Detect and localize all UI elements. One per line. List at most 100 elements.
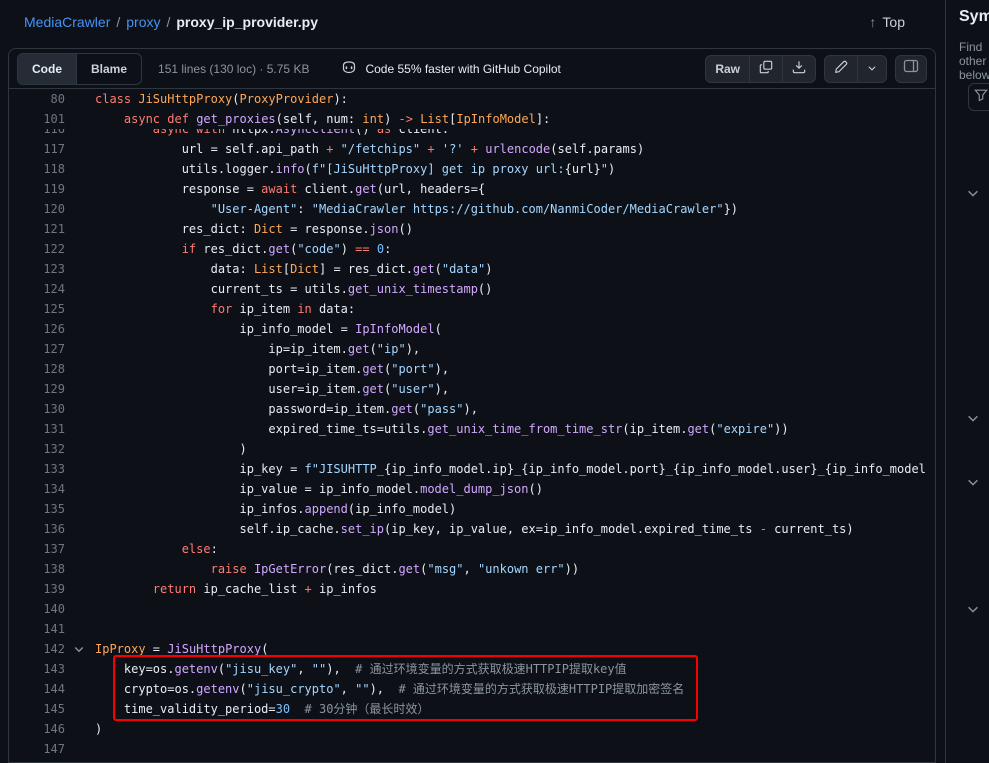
- line-number[interactable]: 121: [9, 219, 65, 239]
- gutter: [65, 379, 95, 399]
- code-line[interactable]: 147: [9, 739, 935, 759]
- breadcrumb-repo-link[interactable]: MediaCrawler: [24, 14, 110, 30]
- line-number[interactable]: 135: [9, 499, 65, 519]
- symbols-pane-toggle-button[interactable]: [895, 55, 927, 83]
- line-number[interactable]: 132: [9, 439, 65, 459]
- code-line[interactable]: 128 port=ip_item.get("port"),: [9, 359, 935, 379]
- breadcrumb-folder-link[interactable]: proxy: [126, 14, 160, 30]
- tab-blame[interactable]: Blame: [77, 54, 141, 84]
- line-number[interactable]: 145: [9, 699, 65, 719]
- code-line[interactable]: 123 data: List[Dict] = res_dict.get("dat…: [9, 259, 935, 279]
- code-line[interactable]: 131 expired_time_ts=utils.get_unix_time_…: [9, 419, 935, 439]
- filter-button[interactable]: [968, 83, 989, 111]
- code-line[interactable]: 135 ip_infos.append(ip_info_model): [9, 499, 935, 519]
- line-number[interactable]: 134: [9, 479, 65, 499]
- code-line[interactable]: 126 ip_info_model = IpInfoModel(: [9, 319, 935, 339]
- code-line[interactable]: 121 res_dict: Dict = response.json(): [9, 219, 935, 239]
- tab-code[interactable]: Code: [18, 54, 77, 84]
- code-area: 116 async with httpx.AsyncClient() as cl…: [9, 89, 935, 763]
- line-number[interactable]: 139: [9, 579, 65, 599]
- code-line[interactable]: 134 ip_value = ip_info_model.model_dump_…: [9, 479, 935, 499]
- copy-raw-button[interactable]: [750, 56, 783, 82]
- line-number[interactable]: 127: [9, 339, 65, 359]
- line-number[interactable]: 126: [9, 319, 65, 339]
- gutter: [65, 739, 95, 759]
- chevron-down-icon[interactable]: [966, 475, 980, 489]
- code-text: else:: [95, 539, 218, 559]
- download-raw-button[interactable]: [783, 56, 815, 82]
- code-line[interactable]: 124 current_ts = utils.get_unix_timestam…: [9, 279, 935, 299]
- code-line[interactable]: 127 ip=ip_item.get("ip"),: [9, 339, 935, 359]
- code-line[interactable]: 125 for ip_item in data:: [9, 299, 935, 319]
- gutter: [65, 399, 95, 419]
- code-line[interactable]: 139 return ip_cache_list + ip_infos: [9, 579, 935, 599]
- line-number[interactable]: 131: [9, 419, 65, 439]
- line-number[interactable]: 136: [9, 519, 65, 539]
- line-number[interactable]: 124: [9, 279, 65, 299]
- code-line[interactable]: 140: [9, 599, 935, 619]
- file-view: Code Blame 151 lines (130 loc) · 5.75 KB…: [8, 48, 936, 763]
- line-number[interactable]: 133: [9, 459, 65, 479]
- line-number[interactable]: 120: [9, 199, 65, 219]
- code-line[interactable]: 146): [9, 719, 935, 739]
- code-text: time_validity_period=30 # 30分钟（最长时效）: [95, 699, 429, 719]
- code-line[interactable]: 119 response = await client.get(url, hea…: [9, 179, 935, 199]
- code-text: class JiSuHttpProxy(ProxyProvider):: [95, 89, 348, 109]
- line-number[interactable]: 138: [9, 559, 65, 579]
- line-number[interactable]: 128: [9, 359, 65, 379]
- code-line[interactable]: 122 if res_dict.get("code") == 0:: [9, 239, 935, 259]
- line-number[interactable]: 143: [9, 659, 65, 679]
- line-number[interactable]: 129: [9, 379, 65, 399]
- filter-funnel-icon: [974, 88, 988, 107]
- code-line[interactable]: 120 "User-Agent": "MediaCrawler https://…: [9, 199, 935, 219]
- raw-button[interactable]: Raw: [706, 56, 750, 82]
- edit-dropdown-button[interactable]: [858, 56, 886, 82]
- edit-file-button[interactable]: [825, 56, 858, 82]
- line-number[interactable]: 117: [9, 139, 65, 159]
- line-number[interactable]: 141: [9, 619, 65, 639]
- line-number[interactable]: 101: [9, 109, 65, 129]
- chevron-down-icon[interactable]: [966, 186, 980, 200]
- code-line[interactable]: 80 class JiSuHttpProxy(ProxyProvider):: [9, 89, 935, 109]
- code-line[interactable]: 137 else:: [9, 539, 935, 559]
- code-line[interactable]: 142IpProxy = JiSuHttpProxy(: [9, 639, 935, 659]
- code-line[interactable]: 129 user=ip_item.get("user"),: [9, 379, 935, 399]
- chevron-down-icon[interactable]: [966, 411, 980, 425]
- chevron-down-icon: [867, 62, 877, 76]
- code-lines: 116 async with httpx.AsyncClient() as cl…: [9, 119, 935, 759]
- code-line[interactable]: 118 utils.logger.info(f"[JiSuHttpProxy] …: [9, 159, 935, 179]
- gutter: [65, 199, 95, 219]
- symbols-panel-description: Find other below: [946, 26, 989, 82]
- collapse-chevron-icon[interactable]: [65, 639, 95, 659]
- line-number[interactable]: 130: [9, 399, 65, 419]
- code-text: ip_info_model = IpInfoModel(: [95, 319, 442, 339]
- code-line[interactable]: 136 self.ip_cache.set_ip(ip_key, ip_valu…: [9, 519, 935, 539]
- line-number[interactable]: 80: [9, 89, 65, 109]
- code-line[interactable]: 141: [9, 619, 935, 639]
- line-number[interactable]: 137: [9, 539, 65, 559]
- line-number[interactable]: 122: [9, 239, 65, 259]
- line-number[interactable]: 140: [9, 599, 65, 619]
- line-number[interactable]: 118: [9, 159, 65, 179]
- code-line[interactable]: 145 time_validity_period=30 # 30分钟（最长时效）: [9, 699, 935, 719]
- line-number[interactable]: 125: [9, 299, 65, 319]
- code-line[interactable]: 133 ip_key = f"JISUHTTP_{ip_info_model.i…: [9, 459, 935, 479]
- line-number[interactable]: 142: [9, 639, 65, 659]
- line-number[interactable]: 147: [9, 739, 65, 759]
- scroll-to-top-button[interactable]: ↑ Top: [869, 14, 905, 30]
- line-number[interactable]: 144: [9, 679, 65, 699]
- code-line[interactable]: 138 raise IpGetError(res_dict.get("msg",…: [9, 559, 935, 579]
- code-line[interactable]: 117 url = self.api_path + "/fetchips" + …: [9, 139, 935, 159]
- code-line[interactable]: 143 key=os.getenv("jisu_key", ""), # 通过环…: [9, 659, 935, 679]
- line-number[interactable]: 123: [9, 259, 65, 279]
- code-line[interactable]: 132 ): [9, 439, 935, 459]
- line-number[interactable]: 146: [9, 719, 65, 739]
- line-number[interactable]: 119: [9, 179, 65, 199]
- code-line[interactable]: 130 password=ip_item.get("pass"),: [9, 399, 935, 419]
- code-line[interactable]: 101 async def get_proxies(self, num: int…: [9, 109, 935, 129]
- breadcrumb-separator: /: [166, 14, 170, 30]
- code-text: ): [95, 719, 102, 739]
- code-symbols-icon: [903, 58, 919, 79]
- chevron-down-icon[interactable]: [966, 602, 980, 616]
- code-line[interactable]: 144 crypto=os.getenv("jisu_crypto", ""),…: [9, 679, 935, 699]
